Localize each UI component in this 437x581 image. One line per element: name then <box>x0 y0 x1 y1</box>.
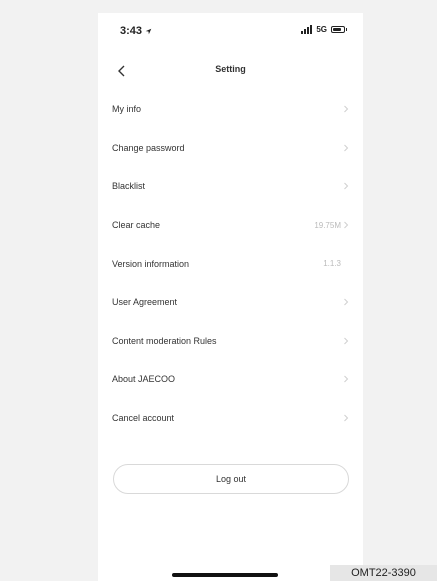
settings-item-cancel-account[interactable]: Cancel account <box>98 399 363 438</box>
settings-item-label: Cancel account <box>112 413 175 424</box>
network-type: 5G <box>316 25 327 34</box>
settings-item-label: Version information <box>112 258 190 269</box>
document-code-label: OMT22-3390 <box>330 565 437 581</box>
page-title: Setting <box>215 64 246 74</box>
time-text: 3:43 <box>120 25 143 37</box>
phone-screen: 3:43 5G Setting My info Change password … <box>98 13 363 581</box>
chevron-right-icon <box>344 105 349 113</box>
settings-item-label: My info <box>112 104 142 115</box>
settings-item-label: User Agreement <box>112 297 178 308</box>
settings-item-my-info[interactable]: My info <box>98 90 363 129</box>
chevron-right-icon <box>344 260 349 268</box>
location-arrow-icon <box>145 28 152 34</box>
status-time: 3:43 <box>120 25 152 37</box>
settings-item-label: Change password <box>112 142 185 153</box>
settings-item-label: About JAECOO <box>112 374 176 385</box>
status-indicators: 5G <box>301 25 347 34</box>
settings-item-label: Clear cache <box>112 220 161 231</box>
chevron-right-icon <box>344 144 349 152</box>
chevron-right-icon <box>344 414 349 422</box>
settings-item-content-moderation-rules[interactable]: Content moderation Rules <box>98 322 363 361</box>
settings-item-version-information[interactable]: Version information 1.1.3 <box>98 244 363 283</box>
settings-item-change-password[interactable]: Change password <box>98 129 363 168</box>
signal-icon <box>301 25 313 34</box>
settings-item-about-jaecoo[interactable]: About JAECOO <box>98 360 363 399</box>
chevron-right-icon <box>344 221 349 229</box>
settings-item-label: Blacklist <box>112 181 146 192</box>
settings-list: My info Change password Blacklist Clear … <box>98 90 363 437</box>
chevron-right-icon <box>344 376 349 383</box>
battery-icon <box>331 26 347 33</box>
settings-item-user-agreement[interactable]: User Agreement <box>98 283 363 322</box>
chevron-right-icon <box>344 183 349 190</box>
settings-item-label: Content moderation Rules <box>112 335 217 346</box>
nav-bar: Setting <box>98 59 363 85</box>
status-bar: 3:43 5G <box>98 13 363 49</box>
chevron-right-icon <box>344 337 349 345</box>
settings-item-blacklist[interactable]: Blacklist <box>98 167 363 206</box>
settings-item-clear-cache[interactable]: Clear cache 19.75M <box>98 206 363 245</box>
logout-button[interactable]: Log out <box>113 464 349 494</box>
cache-size-value: 19.75M <box>314 220 341 230</box>
version-value: 1.1.3 <box>323 259 341 269</box>
home-indicator[interactable] <box>172 573 278 577</box>
chevron-right-icon <box>344 298 349 306</box>
